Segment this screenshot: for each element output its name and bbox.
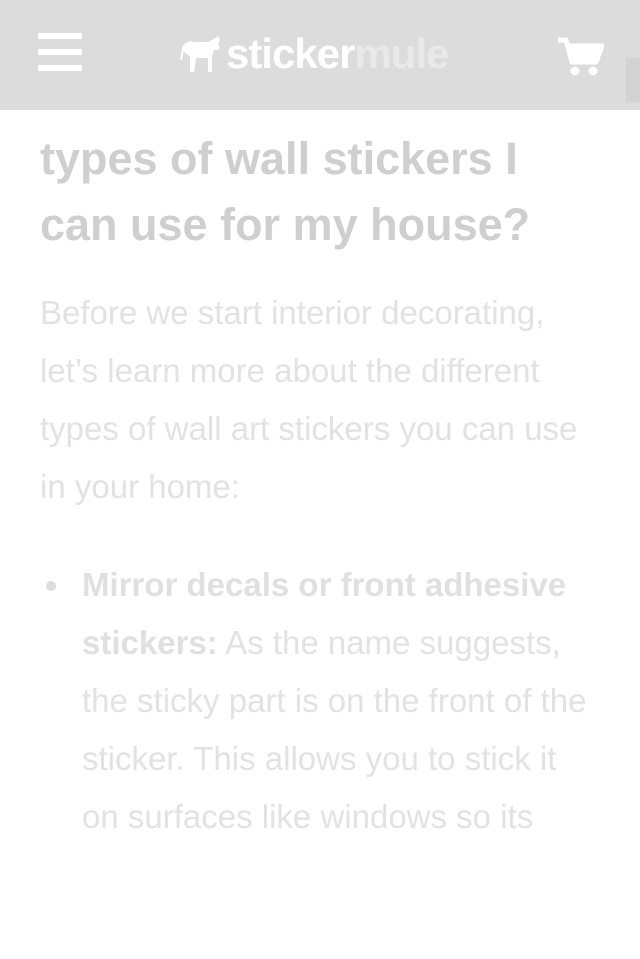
mule-icon: [180, 36, 220, 72]
stickermule-logo[interactable]: stickermule: [178, 30, 449, 78]
scroll-edge: [626, 58, 640, 102]
menu-line: [38, 49, 82, 55]
article-body: What are the different types of wall sti…: [40, 60, 600, 846]
logo-text-mule: mule: [354, 30, 449, 77]
bullet-dot: [46, 581, 56, 591]
hamburger-menu-icon[interactable]: [38, 33, 82, 73]
logo-text-sticker: sticker: [226, 30, 355, 77]
menu-line: [38, 65, 82, 71]
intro-paragraph: Before we start interior decorating, let…: [40, 294, 578, 505]
top-nav-bar: stickermule: [0, 0, 640, 110]
page: stickermule What are the different types…: [0, 0, 640, 959]
menu-line: [38, 33, 82, 39]
sticker-types-list: Mirror decals or front adhesive stickers…: [40, 556, 600, 846]
shopping-cart-icon[interactable]: [556, 36, 604, 78]
logo-text: stickermule: [226, 30, 449, 78]
list-item: Mirror decals or front adhesive stickers…: [40, 556, 602, 846]
